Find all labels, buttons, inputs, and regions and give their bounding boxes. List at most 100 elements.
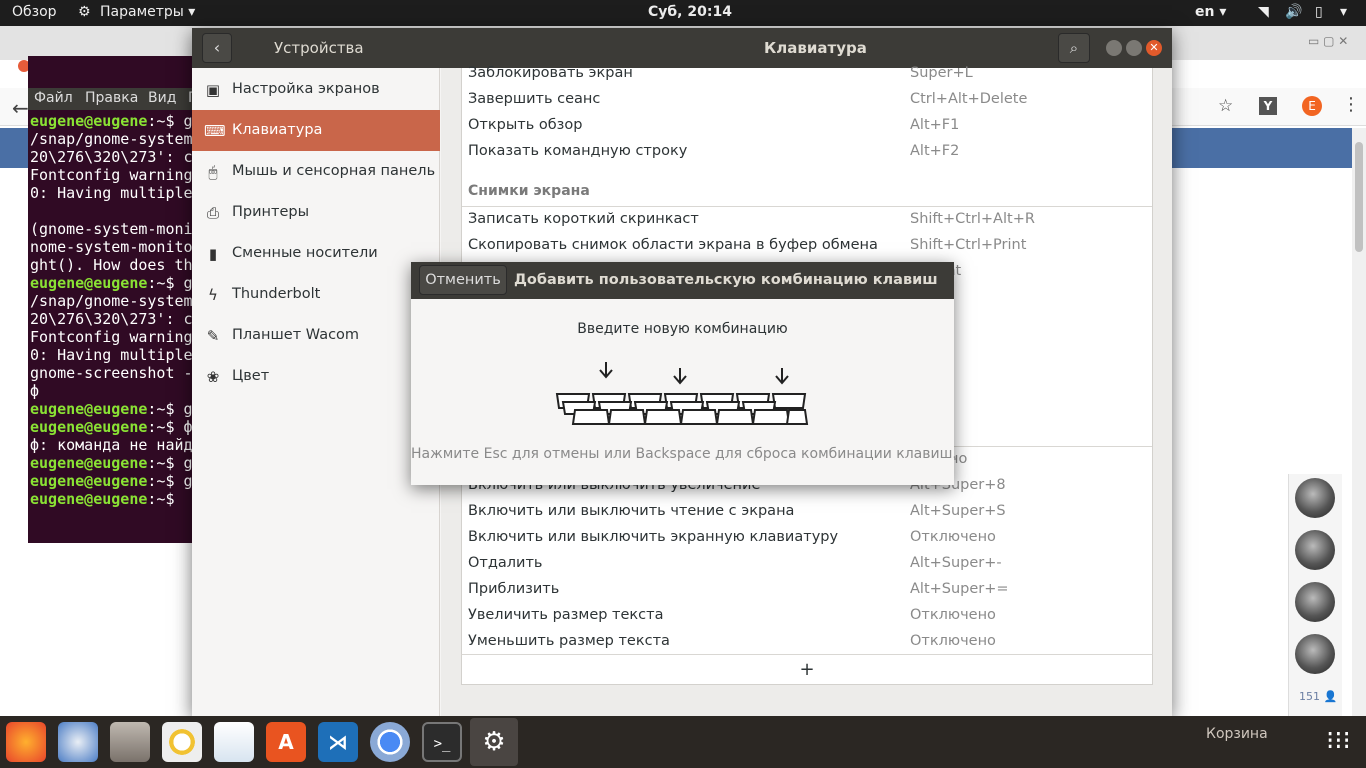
terminal-line: 20\276\320\273': c bbox=[30, 148, 193, 166]
dialog-title: Добавить пользовательскую комбинацию кла… bbox=[514, 272, 938, 288]
sidebar-item-thunderbolt[interactable]: ϟ Thunderbolt bbox=[192, 274, 440, 315]
terminal-command: :~$ g bbox=[147, 400, 193, 418]
terminal-prompt: eugene@eugene bbox=[30, 274, 148, 292]
keyboard-icon: ⌨ bbox=[204, 122, 226, 140]
menu-view[interactable]: Вид bbox=[148, 90, 176, 106]
sidebar-item-usb[interactable]: ▮ Сменные носители bbox=[192, 233, 440, 274]
bookmark-star-icon[interactable]: ☆ bbox=[1218, 96, 1233, 116]
close-button[interactable]: ✕ bbox=[1146, 40, 1162, 56]
panel-title: Устройства bbox=[274, 39, 364, 57]
terminal-command: :~$ g bbox=[147, 472, 193, 490]
extension-e-icon[interactable]: E bbox=[1302, 96, 1322, 116]
shortcut-name: Включить или выключить чтение с экрана bbox=[468, 503, 795, 519]
app-menu[interactable]: Параметры ▾ bbox=[100, 4, 195, 20]
show-apps-icon[interactable]: ⁝⁝⁝ bbox=[1326, 726, 1351, 756]
back-button[interactable]: ‹ bbox=[202, 33, 232, 63]
firefox-icon[interactable] bbox=[6, 722, 46, 762]
user-avatar[interactable] bbox=[1295, 634, 1335, 674]
volume-icon[interactable]: 🔊 bbox=[1285, 4, 1302, 20]
activities-button[interactable]: Обзор bbox=[12, 4, 57, 20]
shortcut-keys: Отключено bbox=[910, 529, 996, 545]
terminal-line: Fontconfig warning bbox=[30, 166, 193, 184]
window-title: Клавиатура bbox=[764, 39, 867, 57]
shortcut-row[interactable]: Заблокировать экран Super+L bbox=[462, 61, 1152, 87]
shortcut-name: Приблизить bbox=[468, 581, 560, 597]
shortcut-row[interactable]: Включить или выключить чтение с экрана Al… bbox=[462, 499, 1152, 525]
sidebar-item-label: Клавиатура bbox=[232, 122, 323, 138]
sidebar-item-label: Сменные носители bbox=[232, 245, 378, 261]
online-users-panel: 151 👤 bbox=[1288, 474, 1342, 716]
shortcut-keys: Отключено bbox=[910, 607, 996, 623]
shortcut-name: Показать командную строку bbox=[468, 143, 688, 159]
add-shortcut-dialog: Отменить Добавить пользовательскую комби… bbox=[411, 262, 957, 485]
terminal-icon[interactable]: >_ bbox=[422, 722, 462, 762]
shortcut-row[interactable]: Записать короткий скринкаст Shift+Ctrl+Al… bbox=[462, 207, 1152, 233]
rhythmbox-icon[interactable] bbox=[162, 722, 202, 762]
shortcut-row[interactable]: Показать командную строку Alt+F2 bbox=[462, 139, 1152, 165]
trash-label[interactable]: Корзина bbox=[1206, 726, 1268, 742]
shortcut-row[interactable]: Отдалить Alt+Super+- bbox=[462, 551, 1152, 577]
search-button[interactable]: ⌕ bbox=[1058, 33, 1090, 63]
minimize-button[interactable] bbox=[1106, 40, 1122, 56]
shortcut-row[interactable]: Открыть обзор Alt+F1 bbox=[462, 113, 1152, 139]
back-arrow-icon[interactable]: ← bbox=[12, 96, 29, 120]
terminal-command: :~$ g bbox=[147, 454, 193, 472]
files-icon[interactable] bbox=[110, 722, 150, 762]
thunderbird-icon[interactable] bbox=[58, 722, 98, 762]
sidebar-item-keyboard[interactable]: ⌨ Клавиатура bbox=[192, 110, 440, 151]
shortcut-name: Уменьшить размер текста bbox=[468, 633, 670, 649]
shortcut-keys: Alt+F1 bbox=[910, 117, 960, 133]
terminal-command: :~$ ф bbox=[147, 418, 193, 436]
dialog-hint: Нажмите Esc для отмены или Backspace для… bbox=[411, 446, 957, 462]
user-avatar[interactable] bbox=[1295, 478, 1335, 518]
terminal-prompt: eugene@eugene bbox=[30, 490, 148, 508]
terminal-prompt: eugene@eugene bbox=[30, 454, 148, 472]
system-menu-icon[interactable]: ▾ bbox=[1340, 4, 1347, 20]
user-avatar[interactable] bbox=[1295, 582, 1335, 622]
vscode-icon[interactable]: ⋊ bbox=[318, 722, 358, 762]
browser-window-controls[interactable]: ▭ ▢ ✕ bbox=[1308, 34, 1362, 52]
shortcut-row[interactable]: Скопировать снимок области экрана в буфе… bbox=[462, 233, 1152, 259]
shortcut-keys: Отключено bbox=[910, 633, 996, 649]
shortcut-row[interactable]: Приблизить Alt+Super+= bbox=[462, 577, 1152, 603]
extension-y-icon[interactable]: Y bbox=[1259, 97, 1277, 115]
settings-sidebar: ▣ Настройка экранов ⌨ Клавиатура 🖱 Мышь и сен… bbox=[192, 68, 440, 716]
menu-edit[interactable]: Правка bbox=[85, 90, 138, 106]
sidebar-item-label: Мышь и сенсорная панель bbox=[232, 163, 436, 179]
shortcut-row[interactable]: Включить или выключить экранную клавиату… bbox=[462, 525, 1152, 551]
browser-scrollbar[interactable] bbox=[1352, 128, 1366, 716]
terminal-command: :~$ g bbox=[147, 112, 193, 130]
sidebar-item-display[interactable]: ▣ Настройка экранов bbox=[192, 69, 440, 110]
section-header-screenshots: Снимки экрана bbox=[468, 183, 590, 199]
sidebar-item-mouse[interactable]: 🖱 Мышь и сенсорная панель bbox=[192, 151, 440, 192]
sidebar-item-printer[interactable]: ⎙ Принтеры bbox=[192, 192, 440, 233]
shortcut-row[interactable]: Увеличить размер текста Отключено bbox=[462, 603, 1152, 629]
add-shortcut-button[interactable]: + bbox=[461, 654, 1153, 685]
chromium-icon[interactable] bbox=[370, 722, 410, 762]
language-indicator[interactable]: en ▾ bbox=[1195, 4, 1226, 20]
maximize-button[interactable] bbox=[1126, 40, 1142, 56]
terminal-command: :~$ g bbox=[147, 274, 193, 292]
sidebar-item-color[interactable]: ❀ Цвет bbox=[192, 356, 440, 397]
menu-file[interactable]: Файл bbox=[34, 90, 73, 106]
terminal-command: :~$ bbox=[147, 490, 184, 508]
terminal-window[interactable]: eugene@eugene:~$ g/snap/gnome-system 20\2… bbox=[28, 56, 208, 543]
terminal-prompt: eugene@eugene bbox=[30, 472, 148, 490]
shortcut-row[interactable]: Завершить сеанс Ctrl+Alt+Delete bbox=[462, 87, 1152, 113]
libreoffice-impress-icon[interactable] bbox=[214, 722, 254, 762]
settings-icon[interactable]: ⚙ bbox=[470, 718, 518, 766]
user-avatar[interactable] bbox=[1295, 530, 1335, 570]
clock[interactable]: Суб, 20:14 bbox=[648, 4, 732, 20]
shortcut-row[interactable]: Уменьшить размер текста Отключено bbox=[462, 629, 1152, 655]
browser-menu-icon[interactable]: ⋮ bbox=[1342, 94, 1360, 115]
software-center-icon[interactable]: A bbox=[266, 722, 306, 762]
cancel-button[interactable]: Отменить bbox=[419, 265, 507, 295]
tablet-icon: ✎ bbox=[206, 327, 220, 345]
battery-icon[interactable]: ▯ bbox=[1315, 4, 1323, 20]
sidebar-item-tablet[interactable]: ✎ Планшет Wacom bbox=[192, 315, 440, 356]
terminal-line: gnome-screenshot - bbox=[30, 364, 193, 382]
search-icon: ⌕ bbox=[1069, 39, 1079, 57]
terminal-line: 20\276\320\273': c bbox=[30, 310, 193, 328]
wifi-icon[interactable]: ◥ bbox=[1258, 4, 1269, 20]
